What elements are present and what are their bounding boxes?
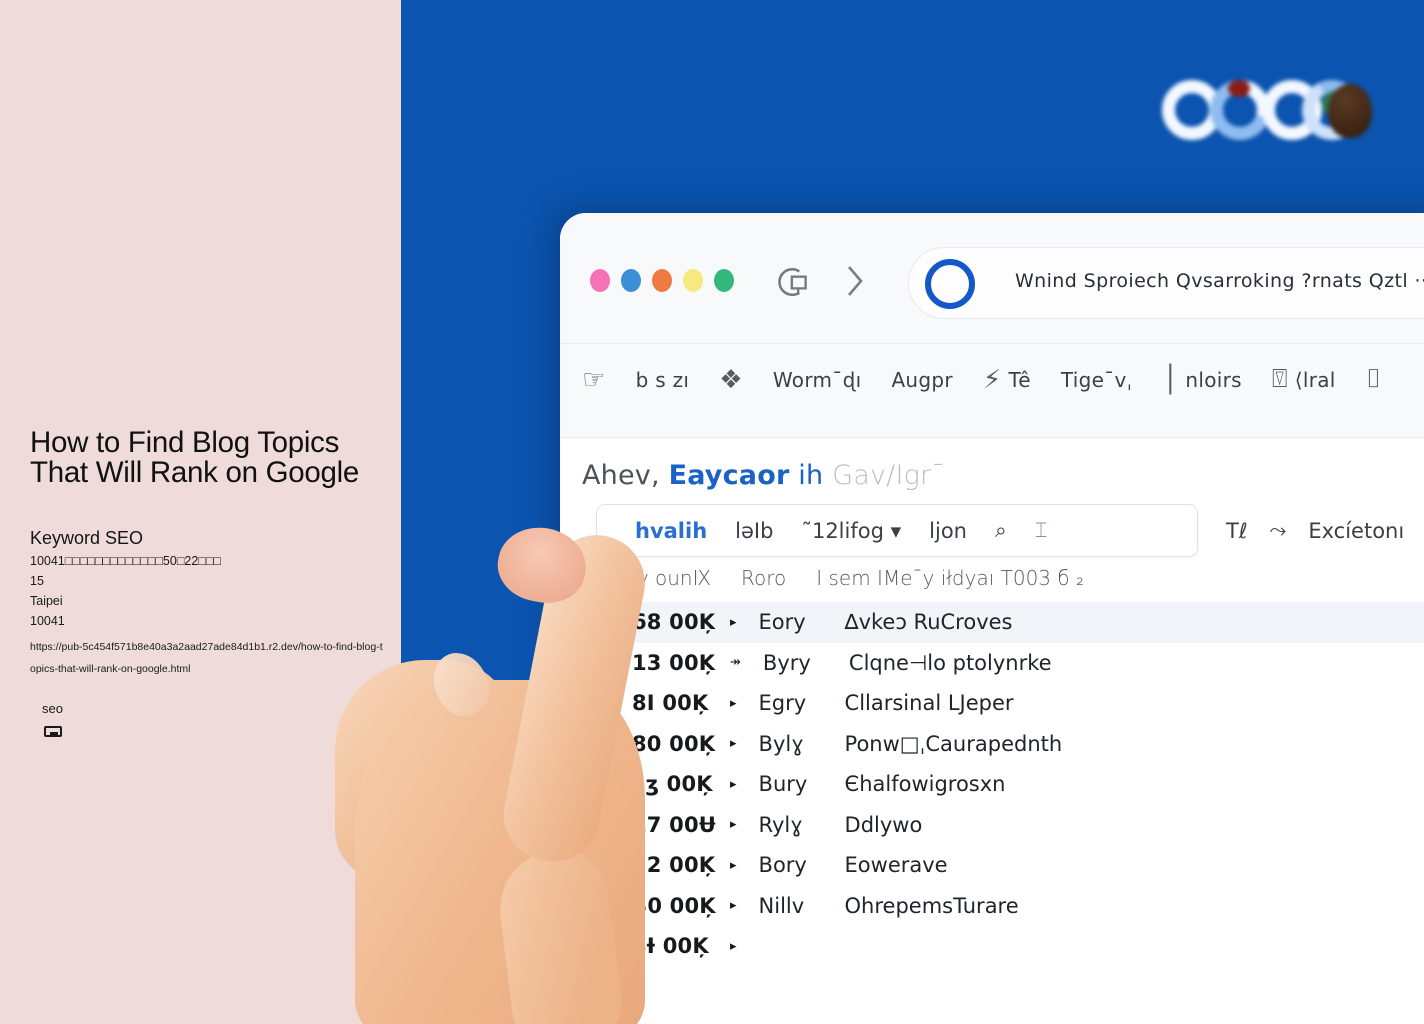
- row-trend-icon: ▸: [730, 614, 737, 630]
- toolbar-item-nloirs[interactable]: │ nloirs: [1162, 365, 1241, 395]
- filter-dropdown-12lifog[interactable]: ˜12lifog ▾: [801, 519, 901, 543]
- row-trend-icon: ▸: [730, 695, 737, 711]
- yellow-dot[interactable]: [683, 269, 703, 292]
- page-title-part1: Ahev,: [582, 460, 660, 491]
- export-icon[interactable]: ⤳: [1270, 518, 1287, 543]
- toolbar-item-klral-label: ⟨lral: [1294, 367, 1336, 392]
- filter-end-icon[interactable]: ⌶: [1035, 518, 1048, 543]
- orange-dot[interactable]: [652, 269, 672, 292]
- subfilter-long-text: I sem IMeˉy iłdyaı T003 б ₂: [816, 566, 1084, 590]
- row-keyword: Clqne⊣lo ptolynrke: [848, 650, 1052, 675]
- filter-tab-ljon[interactable]: ljon: [929, 519, 967, 543]
- row-tag: Bury: [758, 772, 808, 797]
- toolbar-item-klral[interactable]: ⍔ ⟨lral: [1272, 364, 1336, 395]
- filter-tab-lelb[interactable]: lǝIb: [735, 519, 773, 543]
- row-keyword: Cllarsinal LJeper: [844, 691, 1014, 716]
- row-keyword: Ddlywo: [844, 812, 923, 837]
- page-title-part3: ih: [798, 460, 824, 491]
- row-keyword: Ponw□ˌCaurapednth: [844, 731, 1063, 756]
- card-icon: [44, 726, 62, 737]
- toolbar-item-nloirs-label: nloirs: [1185, 367, 1242, 392]
- article-url[interactable]: https://pub-5c454f571b8e40a3a2aad27ade84…: [30, 636, 388, 680]
- row-trend-icon: ▸: [730, 776, 737, 792]
- right-item-tk[interactable]: Tℓ: [1226, 519, 1248, 543]
- toolbar-items: ☞ b s zı ❖ Wormˉɖı Augpr ⚡ Tê Tigeˉvˌ │ nl…: [582, 364, 1382, 395]
- address-bar[interactable]: Wnind Sproiech Qvsarroking ?rnats Qztl ·…: [908, 247, 1424, 319]
- row-keyword: Eowerave: [844, 853, 948, 878]
- subfilter-roro[interactable]: Roro: [741, 566, 786, 590]
- green-dot[interactable]: [714, 269, 734, 292]
- toolbar-end-icon[interactable]: ⌷: [1366, 364, 1382, 395]
- right-item-excieton[interactable]: Excíetonı: [1308, 519, 1404, 543]
- toolbar-item-augpr[interactable]: Augpr: [891, 368, 952, 392]
- toolbar-item-te-label: Tê: [1008, 367, 1031, 392]
- meta-address: 10041□□□□□□□□□□□□□50□22□□□: [30, 554, 221, 568]
- address-bar-text: Wnind Sproiech Qvsarroking ?rnats Qztl ·…: [1015, 270, 1424, 292]
- row-tag: Bylɣ: [758, 731, 804, 756]
- article-subtitle: Keyword SEO: [30, 528, 144, 548]
- forward-chevron-icon[interactable]: [840, 263, 870, 299]
- row-trend-icon: ▸: [730, 938, 737, 954]
- row-tag: Egry: [758, 691, 807, 716]
- row-trend-icon: ↠: [730, 655, 741, 671]
- toolbar-item-te[interactable]: ⚡ Tê: [983, 365, 1031, 395]
- brand-logo: [1162, 69, 1372, 151]
- row-keyword: ∆vkeɔ RuCroves: [844, 610, 1013, 635]
- meta-city: Taipei: [30, 594, 63, 608]
- back-arrow-icon[interactable]: [778, 265, 812, 299]
- meta-number: 15: [30, 574, 44, 588]
- toolbar-footprint-icon[interactable]: ❖: [719, 365, 743, 395]
- row-tag: Byry: [762, 650, 811, 675]
- chevron-down-icon: ▾: [890, 518, 902, 543]
- traffic-lights[interactable]: [590, 269, 734, 292]
- left-info-panel: How to Find Blog Topics That Will Rank o…: [0, 0, 401, 1024]
- toolbar-item-tigev[interactable]: Tigeˉvˌ: [1061, 368, 1133, 392]
- filter-search-icon[interactable]: ⌕: [995, 518, 1007, 543]
- tag-label: seo: [42, 701, 63, 716]
- toolbar-logo-icon[interactable]: ☞: [582, 365, 606, 395]
- toolbar-item-bszi[interactable]: b s zı: [636, 368, 690, 392]
- row-tag: Nillv: [758, 893, 805, 918]
- row-trend-icon: ▸: [730, 736, 737, 752]
- logo-dark-blob: [1328, 84, 1372, 138]
- logo-red-dot: [1228, 80, 1250, 97]
- row-trend-icon: ▸: [730, 898, 737, 914]
- page-title-part4: Gav/Igrˉ: [832, 460, 946, 491]
- browser-toolbar: ☞ b s zı ❖ Wormˉɖı Augpr ⚡ Tê Tigeˉvˌ │ nl…: [560, 344, 1424, 438]
- row-tag: Bory: [758, 853, 807, 878]
- row-tag: Rylɣ: [758, 812, 803, 837]
- filter-dropdown-label: ˜12lifog: [801, 518, 884, 543]
- blue-dot[interactable]: [621, 269, 641, 292]
- screenshot-stage: Wnind Sproiech Qvsarroking ?rnats Qztl ·…: [0, 0, 1424, 1024]
- filter-bar-right-group: Tℓ ⤳ Excíetonı ⤳: [1208, 504, 1424, 557]
- toolbar-item-wormdi[interactable]: Wormˉɖı: [773, 368, 862, 392]
- article-title: How to Find Blog Topics That Will Rank o…: [30, 426, 359, 489]
- meta-zip: 10041: [30, 614, 65, 628]
- pink-dot[interactable]: [590, 269, 610, 292]
- browser-chrome-bar: Wnind Sproiech Qvsarroking ?rnats Qztl ·…: [560, 213, 1424, 344]
- page-title-part2: Eaycaor: [668, 460, 790, 491]
- row-keyword: Єhalfowigrosxn: [844, 772, 1006, 797]
- pointing-hand-photo: [335, 520, 695, 1024]
- circle-indicator-icon: [925, 259, 975, 309]
- row-trend-icon: ▸: [730, 857, 737, 873]
- row-keyword: OhrepemsTurare: [844, 893, 1019, 918]
- row-trend-icon: ▸: [730, 817, 737, 833]
- page-title: Ahev, Eaycaor ih Gav/Igrˉ: [582, 460, 945, 491]
- row-tag: Eory: [758, 610, 806, 635]
